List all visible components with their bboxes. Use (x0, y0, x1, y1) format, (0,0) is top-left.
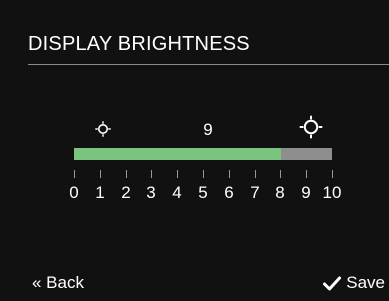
brightness-slider-fill (74, 148, 281, 160)
scale-label: 8 (275, 183, 285, 202)
scale-tick (126, 170, 127, 178)
page-title: DISPLAY BRIGHTNESS (28, 33, 250, 55)
scale-label: 6 (224, 183, 234, 202)
scale-label: 7 (250, 183, 260, 202)
checkmark-icon (323, 276, 342, 290)
scale-tick (74, 170, 75, 178)
scale-tick (177, 170, 178, 178)
scale-tick (203, 170, 204, 178)
scale-tick (229, 170, 230, 178)
brightness-slider[interactable] (74, 148, 332, 160)
brightness-screen: DISPLAY BRIGHTNESS 9 0 1 2 3 4 5 6 7 8 9 10 « Back… (0, 0, 389, 301)
sun-large-icon (299, 115, 323, 139)
save-label: Save (346, 273, 385, 292)
back-button[interactable]: « Back (32, 273, 84, 293)
scale-tick (255, 170, 256, 178)
scale-label: 3 (146, 183, 156, 202)
brightness-value: 9 (203, 120, 213, 139)
scale-label: 9 (301, 183, 311, 202)
sun-small-icon (95, 121, 111, 137)
scale-tick (151, 170, 152, 178)
scale-label: 1 (95, 183, 105, 202)
scale-tick (280, 170, 281, 178)
title-divider (28, 64, 389, 65)
scale-label: 5 (198, 183, 208, 202)
scale-label: 2 (121, 183, 131, 202)
scale-label: 4 (172, 183, 182, 202)
scale-tick (332, 170, 333, 178)
save-button[interactable]: Save (323, 273, 385, 293)
scale-tick (100, 170, 101, 178)
scale-label: 10 (322, 183, 342, 202)
scale-tick (306, 170, 307, 178)
scale-label: 0 (69, 183, 79, 202)
